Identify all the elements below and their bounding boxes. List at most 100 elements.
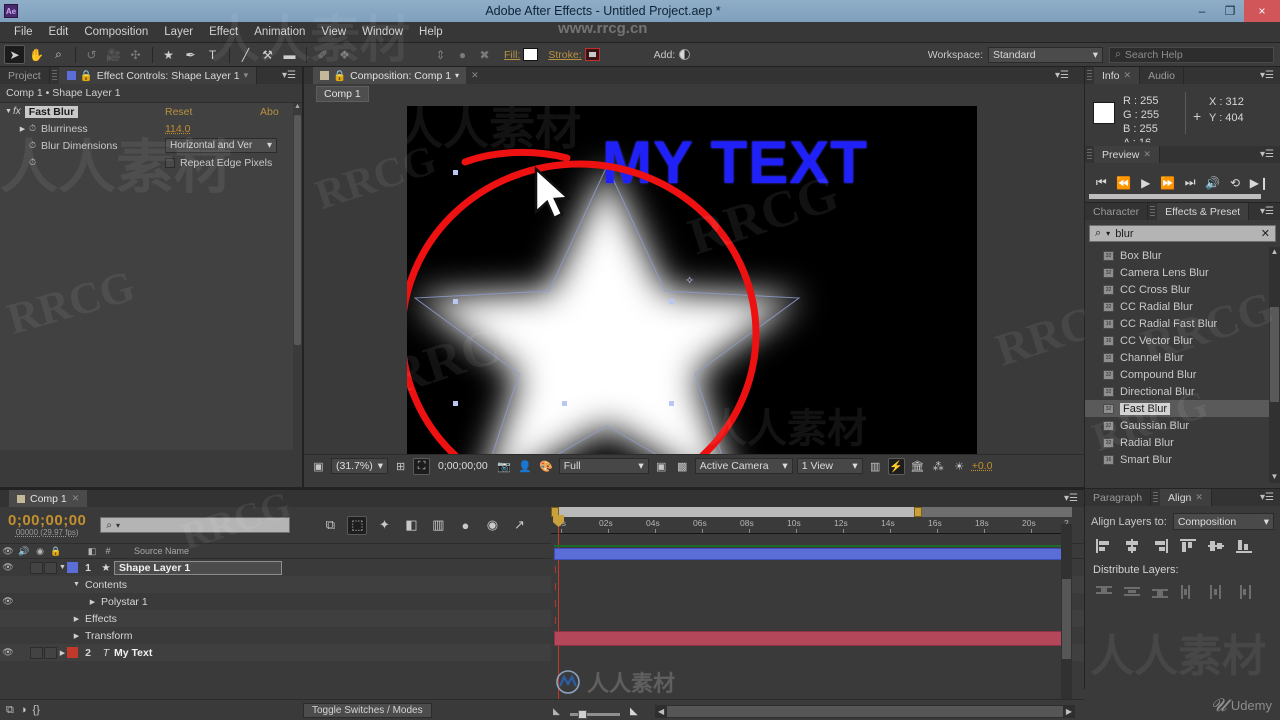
close-icon[interactable]: ✕ xyxy=(72,493,80,504)
layer-bar-shape-layer-1[interactable] xyxy=(554,548,1064,560)
panel-grip[interactable] xyxy=(1150,206,1156,217)
clone-stamp-tool[interactable]: ⚒ xyxy=(257,45,278,64)
solo-toggle[interactable] xyxy=(30,646,43,659)
disclosure-triangle-icon[interactable]: ▶ xyxy=(72,632,81,640)
layer-track[interactable] xyxy=(551,545,1072,562)
effects-list-scrollbar[interactable]: ▲ ▼ xyxy=(1269,247,1280,483)
scroll-left-icon[interactable]: ◀ xyxy=(655,707,667,716)
effect-item-camera-lens-blur[interactable]: 32 Camera Lens Blur xyxy=(1085,264,1280,281)
pan-behind-tool[interactable]: ✣ xyxy=(125,45,146,64)
effects-list[interactable]: 32 Box Blur 32 Camera Lens Blur 32 CC Cr… xyxy=(1085,247,1280,483)
selection-tool[interactable]: ➤ xyxy=(4,45,25,64)
work-area-range[interactable] xyxy=(559,507,919,517)
breadcrumb-comp1[interactable]: Comp 1 xyxy=(316,86,369,102)
tab-timeline-comp1[interactable]: Comp 1 ✕ xyxy=(9,490,88,507)
timeline-button-icon[interactable]: 🏛 xyxy=(909,458,926,475)
scroll-right-icon[interactable]: ▶ xyxy=(1063,707,1075,716)
lock-toggle[interactable] xyxy=(44,561,57,574)
show-snapshot-icon[interactable]: 👤 xyxy=(517,458,534,475)
audio-button[interactable]: 🔊 xyxy=(1205,176,1220,190)
distribute-middle-icon[interactable] xyxy=(1123,584,1141,600)
align-distribute-icon[interactable]: ⇕ xyxy=(430,45,451,64)
pen-tool[interactable]: ✒ xyxy=(180,45,201,64)
distribute-right-icon[interactable] xyxy=(1235,584,1253,600)
solo-toggle[interactable] xyxy=(30,561,43,574)
layer-label-color[interactable] xyxy=(67,647,78,658)
mask-close-icon[interactable]: ✖ xyxy=(474,45,495,64)
label-color-icon[interactable]: ◧ xyxy=(84,546,100,557)
property-row-blurriness[interactable]: ▶ ⏱ Blurriness 114.0 xyxy=(0,120,302,137)
resolution-select[interactable]: Full ▾ xyxy=(558,458,649,474)
disclosure-triangle-icon[interactable]: ▼ xyxy=(72,581,81,588)
zoom-out-timeline-icon[interactable]: ◣ xyxy=(553,706,560,717)
scrollbar-thumb[interactable] xyxy=(1270,307,1279,402)
tab-composition[interactable]: 🔒 Composition: Comp 1 ▾ xyxy=(313,67,467,84)
effect-item-gaussian-blur[interactable]: 32 Gaussian Blur xyxy=(1085,417,1280,434)
align-center-h-icon[interactable] xyxy=(1123,538,1141,554)
close-icon[interactable]: ✕ xyxy=(1124,70,1132,81)
effect-controls-panel-menu[interactable]: ▾☰ xyxy=(276,67,302,84)
disclosure-triangle-icon[interactable]: ▼ xyxy=(4,108,13,115)
timeline-horizontal-scrollbar[interactable]: ◀ ▶ xyxy=(655,705,1075,718)
align-right-icon[interactable] xyxy=(1151,538,1169,554)
effect-about-button[interactable]: Abo xyxy=(260,106,279,118)
scrollbar-thumb[interactable] xyxy=(667,706,1063,717)
disclosure-triangle-icon[interactable]: ▼ xyxy=(58,564,67,571)
stopwatch-icon[interactable]: ⏱ xyxy=(27,157,38,168)
maximize-button[interactable]: ❐ xyxy=(1216,0,1244,22)
layer-label-color[interactable] xyxy=(67,562,78,573)
align-panel-menu[interactable]: ▾☰ xyxy=(1254,489,1280,506)
motion-blur-icon[interactable]: ▥ xyxy=(428,516,448,535)
tab-paragraph[interactable]: Paragraph xyxy=(1085,489,1152,506)
menu-edit[interactable]: Edit xyxy=(41,24,77,40)
layer-name[interactable]: Shape Layer 1 xyxy=(114,560,282,575)
stopwatch-icon[interactable]: ⏱ xyxy=(27,123,38,134)
timeline-ruler[interactable]: 0s 02s 04s 06s 08s 10s 12s 14s 16s 18s 2… xyxy=(551,517,1072,534)
timeline-panel-menu[interactable]: ▾☰ xyxy=(1058,493,1084,504)
disclosure-triangle-icon[interactable]: ▶ xyxy=(18,125,27,133)
distribute-center-icon[interactable] xyxy=(1207,584,1225,600)
next-frame-button[interactable]: ⏩ xyxy=(1160,176,1175,190)
effect-item-smart-blur[interactable]: 16 Smart Blur xyxy=(1085,451,1280,468)
layer-bar-my-text[interactable] xyxy=(554,631,1064,646)
timeline-search-input[interactable]: ⌕ ▾ xyxy=(100,517,291,533)
panel-grip[interactable] xyxy=(51,70,57,81)
property-value-blurriness[interactable]: 114.0 xyxy=(165,123,191,135)
work-area-bar[interactable] xyxy=(551,507,1072,517)
keyframe-marker-icon[interactable]: I xyxy=(554,565,557,576)
composition-canvas[interactable]: ✧ MY TEXT 人人素材 RRCG RRCG 人人素材 xyxy=(407,106,977,454)
timeline-vertical-scrollbar[interactable]: ▼ xyxy=(1061,524,1072,720)
menu-layer[interactable]: Layer xyxy=(156,24,201,40)
workspace-select[interactable]: Standard ▾ xyxy=(988,46,1103,63)
effect-item-box-blur[interactable]: 32 Box Blur xyxy=(1085,247,1280,264)
close-icon[interactable]: ✕ xyxy=(1195,492,1203,503)
zoom-in-timeline-icon[interactable]: ◣ xyxy=(630,706,638,717)
effect-item-channel-blur[interactable]: 32 Channel Blur xyxy=(1085,349,1280,366)
keyframe-marker-icon[interactable]: I xyxy=(554,616,557,627)
effects-search-input[interactable]: ⌕ ▾ blur ✕ xyxy=(1089,225,1276,242)
view-layout-select[interactable]: 1 View ▾ xyxy=(796,458,863,474)
effect-item-radial-blur[interactable]: 32 Radial Blur xyxy=(1085,434,1280,451)
grid-guides-icon[interactable]: ⊞ xyxy=(392,458,409,475)
disclosure-triangle-icon[interactable]: ▶ xyxy=(88,598,97,606)
property-row-blur-dimensions[interactable]: ⏱ Blur Dimensions Horizontal and Ver ▾ xyxy=(0,137,302,154)
disclosure-triangle-icon[interactable]: ▶ xyxy=(72,615,81,623)
region-of-interest-icon[interactable]: ⛶ xyxy=(413,457,431,475)
layer-visibility-toggle[interactable]: 👁 xyxy=(0,562,16,573)
chevron-down-icon[interactable]: ▾ xyxy=(455,71,459,80)
scroll-down-icon[interactable]: ▼ xyxy=(1269,472,1280,481)
effect-item-cc-vector-blur[interactable]: 16 CC Vector Blur xyxy=(1085,332,1280,349)
scroll-up-icon[interactable]: ▲ xyxy=(1269,247,1280,256)
effect-item-compound-blur[interactable]: 32 Compound Blur xyxy=(1085,366,1280,383)
tab-effects-presets[interactable]: Effects & Preset xyxy=(1157,203,1250,220)
lock-icon[interactable]: 🔒 xyxy=(48,546,64,557)
close-icon[interactable]: ✕ xyxy=(1143,149,1151,160)
effect-item-cc-radial-fast-blur[interactable]: 16 CC Radial Fast Blur xyxy=(1085,315,1280,332)
menu-effect[interactable]: Effect xyxy=(201,24,246,40)
preview-panel-menu[interactable]: ▾☰ xyxy=(1254,146,1280,163)
lock-toggle[interactable] xyxy=(44,646,57,659)
minimize-button[interactable]: – xyxy=(1188,0,1216,22)
property-row-repeat-edge-pixels[interactable]: ⏱ Repeat Edge Pixels xyxy=(0,154,302,171)
blur-dimensions-dropdown[interactable]: Horizontal and Ver ▾ xyxy=(165,138,277,153)
rotation-tool[interactable]: ↺ xyxy=(81,45,102,64)
